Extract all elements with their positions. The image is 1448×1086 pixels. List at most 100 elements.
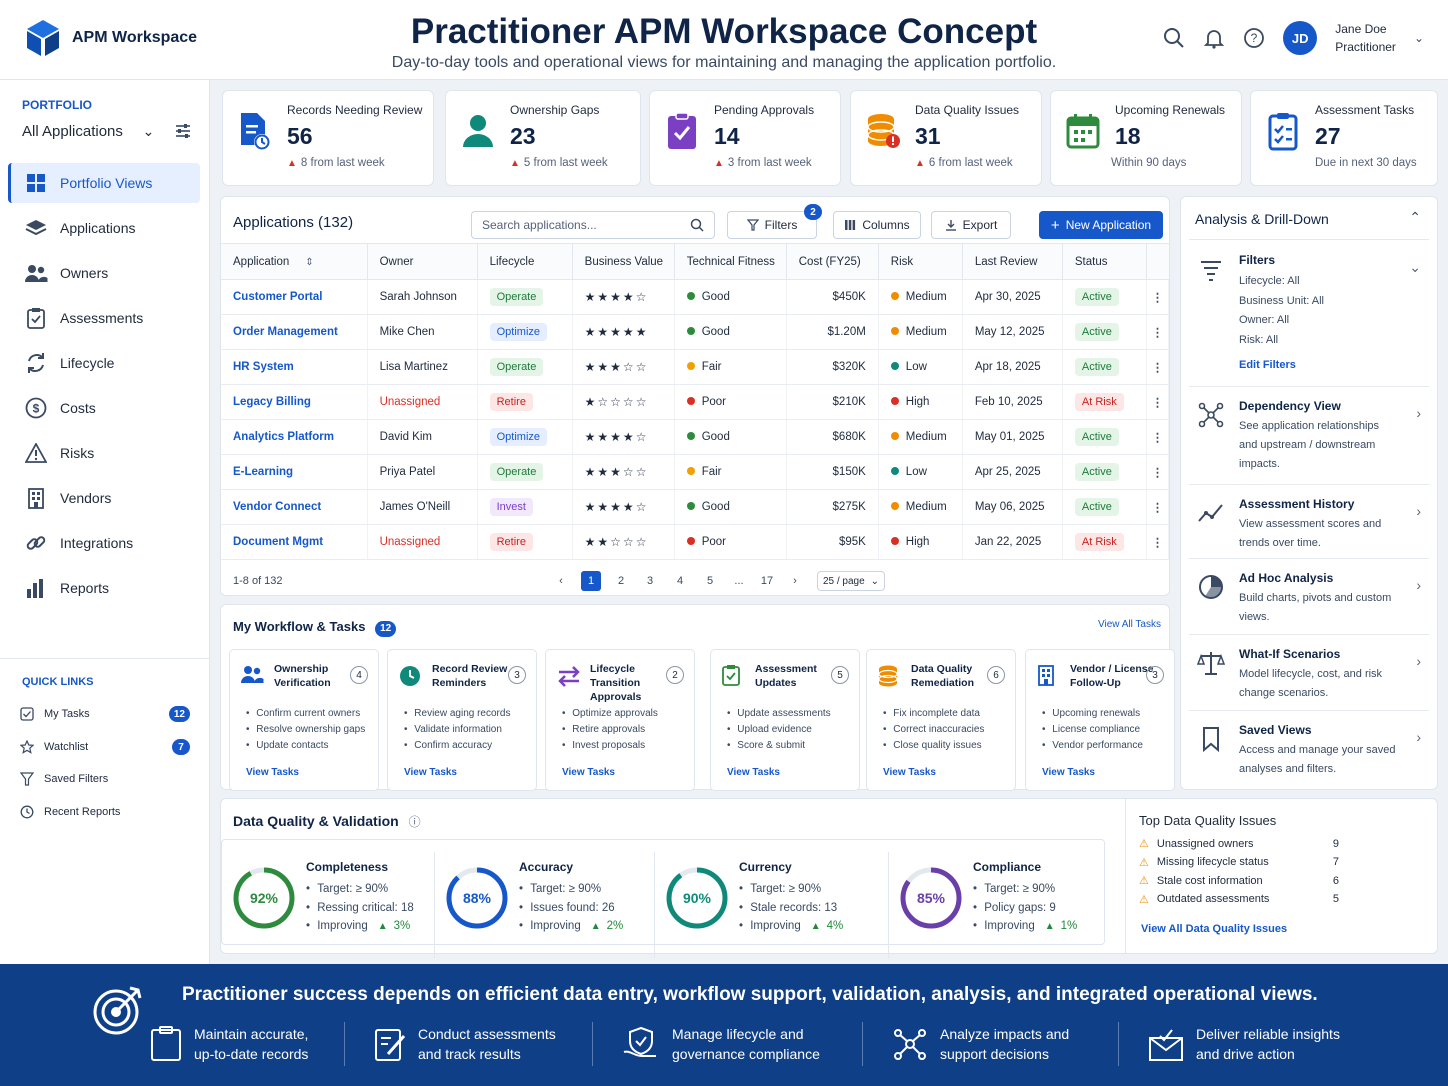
row-menu-icon[interactable]: ⋮: [1146, 454, 1170, 490]
column-header-technical-fitness[interactable]: Technical Fitness: [674, 243, 787, 280]
page-size-select[interactable]: 25 / page ⌄: [817, 571, 885, 591]
chevron-right-icon[interactable]: ›: [1416, 653, 1421, 669]
chevron-right-icon[interactable]: ›: [1416, 503, 1421, 519]
kpi-card-data-quality-issues[interactable]: Data Quality Issues 31 ▲ 6 from last week: [850, 90, 1042, 186]
chevron-down-icon[interactable]: ⌄: [1414, 31, 1424, 45]
application-name-link[interactable]: Vendor Connect: [221, 489, 368, 525]
row-menu-icon[interactable]: ⋮: [1146, 314, 1170, 350]
sidebar-item-risks[interactable]: Risks: [8, 433, 200, 473]
sidebar-item-applications[interactable]: Applications: [8, 208, 200, 248]
sidebar-item-integrations[interactable]: Integrations: [8, 523, 200, 563]
columns-button[interactable]: Columns: [833, 211, 921, 239]
table-row[interactable]: Analytics Platform David Kim Optimize ★★★★☆…: [221, 419, 1170, 455]
view-tasks-link[interactable]: View Tasks: [1042, 767, 1095, 778]
search-input[interactable]: Search applications...: [471, 211, 715, 239]
column-header-cost-fy25-[interactable]: Cost (FY25): [786, 243, 879, 280]
sidebar-item-assessments[interactable]: Assessments: [8, 298, 200, 338]
row-menu-icon[interactable]: ⋮: [1146, 384, 1170, 420]
chevron-right-icon[interactable]: ›: [1416, 729, 1421, 745]
next-page-icon[interactable]: ›: [785, 571, 805, 591]
column-header-last-review[interactable]: Last Review: [962, 243, 1063, 280]
page-button-1[interactable]: 1: [581, 571, 601, 591]
prev-page-icon[interactable]: ‹: [551, 571, 571, 591]
view-all-issues-link[interactable]: View All Data Quality Issues: [1141, 923, 1287, 935]
chevron-down-icon[interactable]: ⌄: [1409, 259, 1421, 276]
table-row[interactable]: HR System Lisa Martinez Operate ★★★☆☆ Fair $3…: [221, 349, 1170, 385]
chevron-right-icon[interactable]: ›: [1416, 577, 1421, 593]
kpi-card-ownership-gaps[interactable]: Ownership Gaps 23 ▲ 5 from last week: [445, 90, 641, 186]
view-tasks-link[interactable]: View Tasks: [727, 767, 780, 778]
kpi-card-upcoming-renewals[interactable]: Upcoming Renewals 18 Within 90 days: [1050, 90, 1242, 186]
view-all-tasks-link[interactable]: View All Tasks: [1098, 619, 1161, 630]
new-application-button[interactable]: + New Application: [1039, 211, 1163, 239]
table-row[interactable]: E-Learning Priya Patel Operate ★★★☆☆ Fair $15…: [221, 454, 1170, 490]
avatar[interactable]: JD: [1283, 21, 1318, 55]
column-header-risk[interactable]: Risk: [878, 243, 963, 280]
workflow-card-vendor-license-follow-up[interactable]: Vendor / License Follow-Up3 Upcoming rene…: [1025, 649, 1175, 791]
quick-link-saved-filters[interactable]: Saved Filters: [20, 772, 190, 786]
page-button-5[interactable]: 5: [700, 571, 720, 591]
view-tasks-link[interactable]: View Tasks: [562, 767, 615, 778]
application-name-link[interactable]: Legacy Billing: [221, 384, 368, 420]
export-button[interactable]: Export: [931, 211, 1011, 239]
sidebar-item-costs[interactable]: $ Costs: [8, 388, 200, 428]
table-row[interactable]: Legacy Billing Unassigned Retire ★☆☆☆☆ Poor $…: [221, 384, 1170, 420]
row-menu-icon[interactable]: ⋮: [1146, 279, 1170, 315]
application-name-link[interactable]: Customer Portal: [221, 279, 368, 315]
column-header-owner[interactable]: Owner: [367, 243, 478, 280]
workflow-card-record-review-reminders[interactable]: Record Review Reminders3 Review aging rec…: [387, 649, 537, 791]
list-item[interactable]: ⚠ Unassigned owners 9: [1139, 837, 1339, 851]
kpi-card-pending-approvals[interactable]: Pending Approvals 14 ▲ 3 from last week: [649, 90, 841, 186]
list-item[interactable]: ⚠ Outdated assessments 5: [1139, 893, 1339, 906]
row-menu-icon[interactable]: ⋮: [1146, 419, 1170, 455]
page-button-3[interactable]: 3: [640, 571, 660, 591]
page-button-2[interactable]: 2: [611, 571, 631, 591]
application-name-link[interactable]: HR System: [221, 349, 368, 385]
search-icon[interactable]: [1163, 27, 1185, 49]
help-icon[interactable]: ?: [1243, 27, 1265, 49]
application-name-link[interactable]: Analytics Platform: [221, 419, 368, 455]
sliders-icon[interactable]: [174, 122, 192, 140]
application-name-link[interactable]: Document Mgmt: [221, 524, 368, 560]
column-header-business-value[interactable]: Business Value: [572, 243, 675, 280]
table-row[interactable]: Customer Portal Sarah Johnson Operate ★★★★☆…: [221, 279, 1170, 315]
view-tasks-link[interactable]: View Tasks: [246, 767, 299, 778]
info-icon[interactable]: ⓘ: [409, 815, 421, 829]
kpi-card-records-needing-review[interactable]: Records Needing Review 56 ▲ 8 from last wee…: [222, 90, 434, 186]
row-menu-icon[interactable]: ⋮: [1146, 349, 1170, 385]
sidebar-item-vendors[interactable]: Vendors: [8, 478, 200, 518]
workflow-card-assessment-updates[interactable]: Assessment Updates 5 Update assessmentsUpl…: [710, 649, 860, 791]
analysis-item-dependency-view[interactable]: Dependency View See application relations…: [1189, 387, 1429, 485]
bell-icon[interactable]: [1203, 27, 1225, 49]
column-header-status[interactable]: Status: [1062, 243, 1147, 280]
user-info[interactable]: Jane Doe Practitioner: [1335, 20, 1396, 56]
chevron-right-icon[interactable]: ›: [1416, 405, 1421, 421]
analysis-item-what-if-scenarios[interactable]: What-If Scenarios Model lifecycle, cost, …: [1189, 635, 1429, 711]
quick-link-my-tasks[interactable]: My Tasks 12: [20, 706, 190, 722]
table-row[interactable]: Document Mgmt Unassigned Retire ★★☆☆☆ Poor $9…: [221, 524, 1170, 560]
analysis-item-saved-views[interactable]: Saved Views Access and manage your saved …: [1189, 711, 1429, 787]
workflow-card-data-quality-remediation[interactable]: Data Quality Remediation 6 Fix incomplete …: [866, 649, 1016, 791]
table-row[interactable]: Vendor Connect James O'Neill Invest ★★★★☆ Go…: [221, 489, 1170, 525]
analysis-item-ad-hoc-analysis[interactable]: Ad Hoc Analysis Build charts, pivots and …: [1189, 559, 1429, 635]
page-button-17[interactable]: 17: [757, 571, 777, 591]
column-header-application[interactable]: Application ⇕: [221, 243, 368, 280]
column-header-lifecycle[interactable]: Lifecycle: [477, 243, 573, 280]
list-item[interactable]: ⚠ Stale cost information 6: [1139, 874, 1339, 888]
quick-link-watchlist[interactable]: Watchlist 7: [20, 739, 190, 755]
sidebar-item-portfolio-views[interactable]: Portfolio Views: [8, 163, 200, 203]
view-tasks-link[interactable]: View Tasks: [883, 767, 936, 778]
workflow-card-ownership-verification[interactable]: Ownership Verification 4 Confirm current o…: [229, 649, 379, 791]
analysis-item-assessment-history[interactable]: Assessment History View assessment scores…: [1189, 485, 1429, 559]
portfolio-select[interactable]: All Applications ⌄: [22, 122, 192, 140]
page-button-4[interactable]: 4: [670, 571, 690, 591]
list-item[interactable]: ⚠ Missing lifecycle status 7: [1139, 856, 1339, 869]
view-tasks-link[interactable]: View Tasks: [404, 767, 457, 778]
sidebar-item-reports[interactable]: Reports: [8, 568, 200, 608]
application-name-link[interactable]: Order Management: [221, 314, 368, 350]
workflow-card-lifecycle-transition-approvals[interactable]: Lifecycle Transition Approvals 2 Optimize …: [545, 649, 695, 791]
quick-link-recent-reports[interactable]: Recent Reports: [20, 805, 190, 819]
application-name-link[interactable]: E-Learning: [221, 454, 368, 490]
kpi-card-assessment-tasks[interactable]: Assessment Tasks 27 Due in next 30 days: [1250, 90, 1438, 186]
sort-icon[interactable]: ⇕: [305, 257, 313, 268]
